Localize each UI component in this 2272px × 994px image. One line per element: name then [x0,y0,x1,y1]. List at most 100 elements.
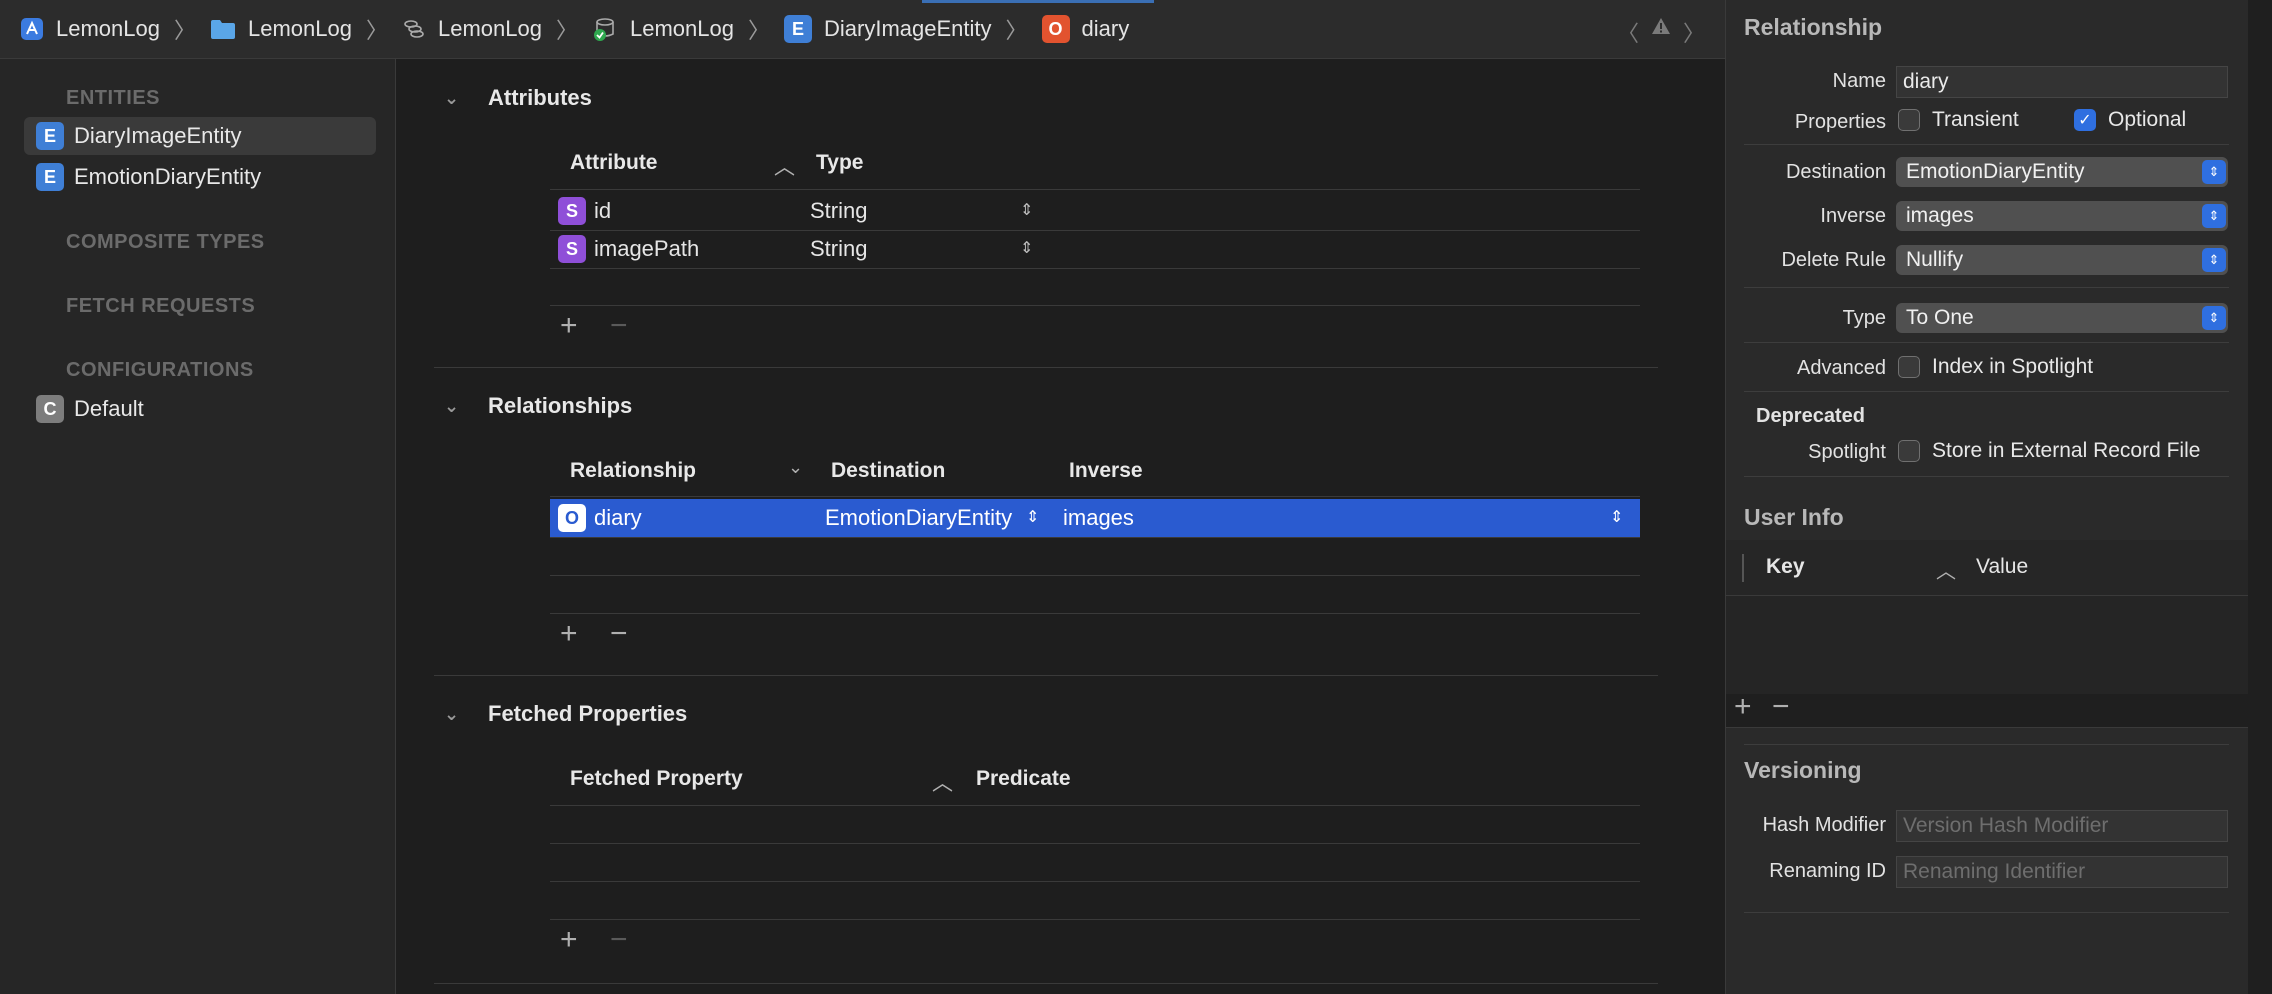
key-column-header[interactable]: Key [1766,555,1805,579]
divider [1744,144,2229,145]
fetched-properties-section-header[interactable]: ⌄ Fetched Properties [444,701,687,727]
attribute-name: imagePath [594,236,700,261]
add-attribute-button[interactable]: + [560,309,578,343]
issue-navigator: 〈 〉 [1617,16,1705,48]
relationship-name-field[interactable]: diary [1896,66,2228,98]
stepper-icon[interactable]: ⇕ [1020,200,1033,220]
spotlight-label: Spotlight [1808,441,1886,463]
sidebar-item-default-configuration[interactable]: C Default [24,390,376,428]
table-row-selected[interactable]: O diary EmotionDiaryEntity ⇕ images ⇕ [550,499,1640,537]
inverse-label: Inverse [1820,205,1886,227]
attribute-type[interactable]: String [810,236,867,262]
divider [1744,912,2229,913]
chevron-right-icon: 〉 [747,18,770,43]
table-row[interactable]: S imagePath String ⇕ [550,230,1640,268]
breadcrumb-item-entity[interactable]: E DiaryImageEntity [784,15,992,43]
chevron-right-icon: 〉 [1005,18,1028,43]
user-info-header: User Info [1744,504,1844,530]
configuration-badge-icon: C [36,395,64,423]
fetched-property-column-header[interactable]: Fetched Property [570,767,743,791]
delete-rule-popup[interactable]: Nullify ⇕ [1896,245,2228,275]
relationship-destination[interactable]: EmotionDiaryEntity [825,505,1012,531]
breadcrumb-item-datamodel[interactable]: LemonLog [402,16,542,42]
user-info-table-body [1726,596,2249,694]
remove-user-info-button[interactable]: − [1772,690,1790,724]
sort-descending-icon: ⌄ [788,457,804,477]
checkbox-label: Optional [2108,108,2187,131]
stepper-icon[interactable]: ⇕ [1026,507,1039,527]
attribute-column-header[interactable]: Attribute [570,151,658,175]
checkbox-label: Index in Spotlight [1932,355,2094,378]
divider [1744,342,2229,343]
add-fetched-property-button[interactable]: + [560,923,578,957]
inverse-column-header[interactable]: Inverse [1069,459,1143,483]
popup-value: To One [1906,306,1974,329]
index-in-spotlight-checkbox[interactable]: Index in Spotlight [1898,355,2093,379]
sidebar-item-diaryimageentity[interactable]: E DiaryImageEntity [24,117,376,155]
warning-icon[interactable] [1651,16,1671,36]
advanced-label: Advanced [1797,357,1886,379]
value-column-header[interactable]: Value [1976,555,2028,579]
relationship-type-popup[interactable]: To One ⇕ [1896,303,2228,333]
destination-column-header[interactable]: Destination [831,459,945,483]
type-label: Type [1842,307,1886,329]
sort-ascending-icon: ︿ [1936,561,1956,583]
attributes-section-header[interactable]: ⌄ Attributes [444,85,592,111]
table-divider [550,496,1640,497]
chevron-left-icon[interactable]: 〈 [1617,16,1639,48]
entity-badge-icon: E [784,15,812,43]
add-relationship-button[interactable]: + [560,617,578,651]
chevron-right-icon[interactable]: 〉 [1683,16,1705,48]
sidebar-item-emotiondiaryentity[interactable]: E EmotionDiaryEntity [24,158,376,196]
remove-fetched-property-button[interactable]: − [610,923,628,957]
breadcrumb-label: LemonLog [438,16,542,41]
name-label: Name [1832,70,1886,92]
active-tab-indicator [922,0,1154,3]
popup-stepper-icon: ⇕ [2202,160,2226,184]
section-title: Relationships [488,393,633,418]
user-info-table-header: Key ︿ Value [1726,540,2249,596]
relationship-name: diary [594,505,642,530]
remove-attribute-button[interactable]: − [610,309,628,343]
composite-types-header: COMPOSITE TYPES [66,231,265,253]
relationships-section-header[interactable]: ⌄ Relationships [444,393,632,419]
checkmark-icon: ✓ [2074,109,2096,131]
transient-checkbox[interactable]: Transient [1898,108,2019,132]
table-divider [550,189,1640,190]
relationship-column-header[interactable]: Relationship [570,459,696,483]
breadcrumb-item-folder[interactable]: LemonLog [210,16,352,42]
attribute-type[interactable]: String [810,198,867,224]
type-column-header[interactable]: Type [816,151,863,175]
checkbox-box [1898,356,1920,378]
breadcrumb-item-relationship[interactable]: O diary [1041,15,1129,43]
chevron-right-icon: 〉 [555,18,578,43]
renaming-id-field[interactable]: Renaming Identifier [1896,856,2228,888]
breadcrumb-item-project[interactable]: LemonLog [20,16,160,42]
entity-editor: ⌄ Attributes Attribute ︿ Type S id Strin… [396,59,1725,994]
add-user-info-button[interactable]: + [1734,690,1752,724]
column-separator [1742,554,1744,582]
chevron-right-icon: 〉 [365,18,388,43]
predicate-column-header[interactable]: Predicate [976,767,1071,791]
sidebar-item-label: Default [74,396,144,421]
deprecated-label: Deprecated [1756,405,1865,427]
optional-checkbox[interactable]: ✓ Optional [2074,108,2186,132]
popup-value: Nullify [1906,248,1964,271]
inverse-popup[interactable]: images ⇕ [1896,201,2228,231]
destination-popup[interactable]: EmotionDiaryEntity ⇕ [1896,157,2228,187]
table-divider [550,805,1640,806]
fetch-requests-header: FETCH REQUESTS [66,295,256,317]
stepper-icon[interactable]: ⇕ [1610,507,1623,527]
breadcrumb-label: LemonLog [56,16,160,41]
breadcrumb-item-version[interactable]: LemonLog [592,16,734,42]
relationship-inverse[interactable]: images [1063,505,1134,531]
stepper-icon[interactable]: ⇕ [1020,238,1033,258]
hash-modifier-field[interactable]: Version Hash Modifier [1896,810,2228,842]
table-divider [550,881,1640,882]
table-row[interactable]: S id String ⇕ [550,192,1640,230]
popup-stepper-icon: ⇕ [2202,306,2226,330]
popup-stepper-icon: ⇕ [2202,204,2226,228]
breadcrumb-label: LemonLog [630,16,734,41]
store-external-record-checkbox[interactable]: Store in External Record File [1898,439,2200,463]
remove-relationship-button[interactable]: − [610,617,628,651]
